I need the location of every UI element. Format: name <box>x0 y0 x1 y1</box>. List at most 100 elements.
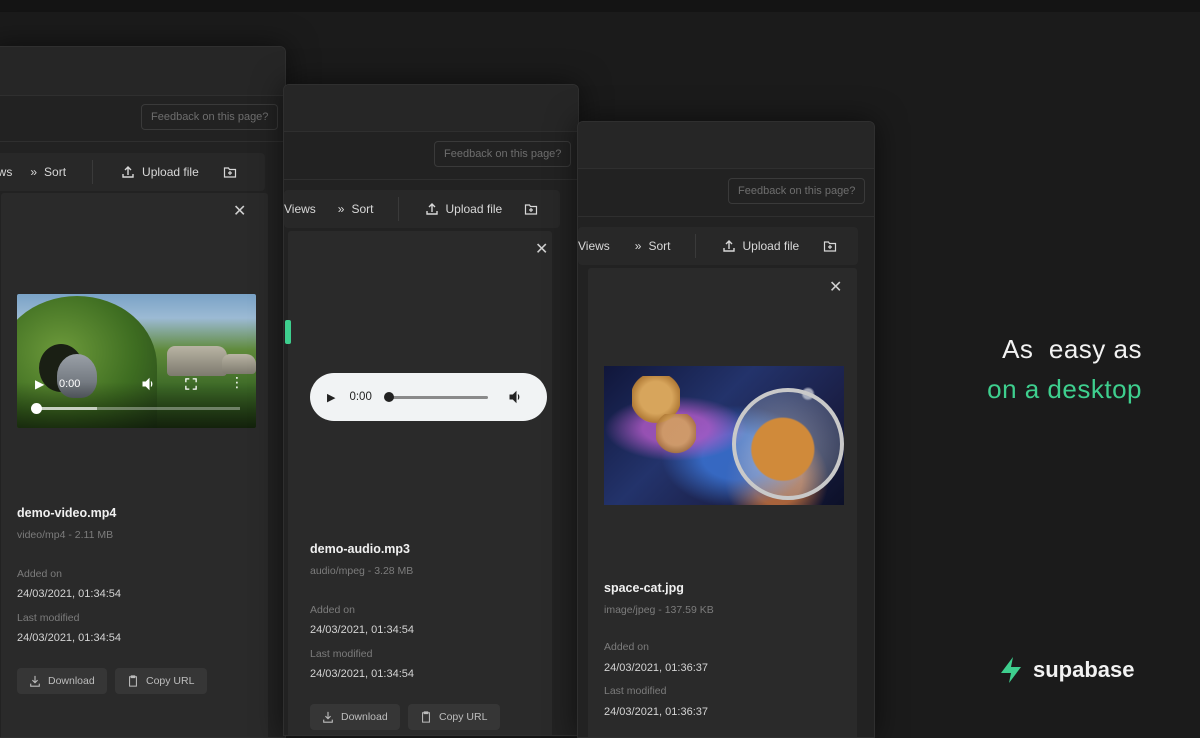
download-label: Download <box>341 711 388 723</box>
upload-file-button[interactable]: Upload file <box>425 202 503 216</box>
file-meta: video/mp4 - 2.11 MB <box>17 529 114 541</box>
last-modified-label: Last modified <box>17 612 80 624</box>
preview-panel: ✕ space-cat.jpg image/jpeg - 137.59 KB A… <box>588 268 857 737</box>
upload-file-button[interactable]: Upload file <box>121 165 199 179</box>
window-audio: Feedback on this page? Views » Sort Uplo… <box>283 84 579 736</box>
accent-tab <box>285 320 291 344</box>
play-icon[interactable]: ▶ <box>327 391 335 404</box>
sort-label: Sort <box>351 202 374 216</box>
sort-button[interactable]: » Sort <box>338 202 374 216</box>
upload-icon <box>722 240 735 252</box>
play-icon[interactable]: ▶ <box>35 377 44 391</box>
headline-line-1: As easy as <box>1002 334 1142 364</box>
file-meta: image/jpeg - 137.59 KB <box>604 604 714 616</box>
audio-time: 0:00 <box>349 391 372 403</box>
feedback-button[interactable]: Feedback on this page? <box>141 104 279 130</box>
copy-url-label: Copy URL <box>439 711 488 723</box>
video-player[interactable]: ▶ 0:00 ⋮ <box>17 294 256 428</box>
upload-icon <box>122 166 134 178</box>
volume-icon[interactable] <box>141 377 155 391</box>
download-icon <box>323 711 333 723</box>
top-strip <box>0 0 1200 12</box>
sort-icon: » <box>337 202 345 216</box>
last-modified-label: Last modified <box>604 685 667 697</box>
headline-line-2: on a desktop <box>987 374 1142 404</box>
more-icon[interactable]: ⋮ <box>230 375 244 389</box>
brand-name: supabase <box>1033 657 1135 682</box>
toolbar: ews » Sort Upload file <box>0 153 265 191</box>
file-name: demo-video.mp4 <box>17 506 117 520</box>
sort-label: Sort <box>648 239 671 253</box>
video-time: 0:00 <box>59 378 81 390</box>
copy-url-button[interactable]: Copy URL <box>115 668 207 694</box>
progress-thumb[interactable] <box>31 403 42 414</box>
download-icon <box>30 675 40 687</box>
audio-player[interactable]: ▶ 0:00 <box>310 373 547 421</box>
views-label[interactable]: Views <box>578 239 610 253</box>
close-icon[interactable]: ✕ <box>535 239 548 259</box>
file-name: space-cat.jpg <box>604 581 684 595</box>
space-cat-image <box>604 366 844 505</box>
window-titlebar <box>284 85 578 132</box>
window-image: Feedback on this page? Views » Sort Uplo… <box>577 121 875 738</box>
new-folder-icon[interactable] <box>823 239 837 253</box>
file-meta: audio/mpeg - 3.28 MB <box>310 565 414 577</box>
new-folder-icon[interactable] <box>223 165 237 179</box>
download-button[interactable]: Download <box>310 704 400 730</box>
copy-icon <box>129 675 137 687</box>
added-on-value: 24/03/2021, 01:34:54 <box>17 588 121 600</box>
volume-icon[interactable] <box>508 390 522 404</box>
astronaut-cat-image <box>732 388 844 500</box>
added-on-label: Added on <box>17 568 62 580</box>
supabase-logo: supabase <box>998 656 1135 684</box>
window-titlebar <box>578 122 874 169</box>
close-icon[interactable]: ✕ <box>233 201 246 221</box>
upload-label: Upload file <box>142 165 199 179</box>
copy-url-label: Copy URL <box>146 675 195 687</box>
audio-progress[interactable] <box>383 391 488 402</box>
added-on-value: 24/03/2021, 01:34:54 <box>310 624 414 636</box>
toolbar-separator <box>694 234 696 258</box>
toolbar-separator <box>92 160 94 184</box>
window-divider <box>284 179 578 180</box>
download-label: Download <box>48 675 95 687</box>
floating-cat-image <box>656 414 696 454</box>
preview-panel: ✕ ▶ 0:00 demo-audio.mp3 audio/mpeg - 3.2… <box>288 231 552 735</box>
toolbar-separator <box>397 197 399 221</box>
download-button[interactable]: Download <box>17 668 107 694</box>
video-controls <box>17 382 256 428</box>
last-modified-value: 24/03/2021, 01:34:54 <box>310 668 414 680</box>
feedback-button[interactable]: Feedback on this page? <box>434 141 572 167</box>
toolbar: Views » Sort Upload file <box>284 190 560 228</box>
feedback-button[interactable]: Feedback on this page? <box>728 178 866 204</box>
sort-button[interactable]: » Sort <box>635 239 671 253</box>
upload-label: Upload file <box>742 239 800 253</box>
window-video: Feedback on this page? ews » Sort Upload… <box>0 46 286 738</box>
last-modified-value: 24/03/2021, 01:34:54 <box>17 632 121 644</box>
fullscreen-icon[interactable] <box>185 378 197 390</box>
views-label[interactable]: Views <box>284 202 316 216</box>
sort-icon: » <box>30 165 38 179</box>
toolbar: Views » Sort Upload file <box>578 227 858 265</box>
rock-image <box>222 354 256 374</box>
sort-icon: » <box>634 239 642 253</box>
views-label[interactable]: ews <box>0 165 12 179</box>
upload-label: Upload file <box>445 202 503 216</box>
window-divider <box>578 216 874 217</box>
upload-icon <box>425 203 438 215</box>
file-name: demo-audio.mp3 <box>310 542 411 556</box>
added-on-label: Added on <box>310 604 355 616</box>
upload-file-button[interactable]: Upload file <box>722 239 800 253</box>
window-divider <box>0 141 285 142</box>
rock-image <box>167 346 227 376</box>
sort-button[interactable]: » Sort <box>30 165 66 179</box>
close-icon[interactable]: ✕ <box>829 277 842 297</box>
preview-panel: ✕ ▶ 0:00 ⋮ demo-video.mp4 video/mp4 - 2.… <box>1 193 268 737</box>
sort-label: Sort <box>44 165 67 179</box>
supabase-logo-icon <box>1001 657 1021 683</box>
added-on-label: Added on <box>604 641 649 653</box>
copy-url-button[interactable]: Copy URL <box>408 704 500 730</box>
new-folder-icon[interactable] <box>524 202 538 216</box>
audio-progress-thumb[interactable] <box>383 391 394 402</box>
copy-icon <box>422 711 430 723</box>
